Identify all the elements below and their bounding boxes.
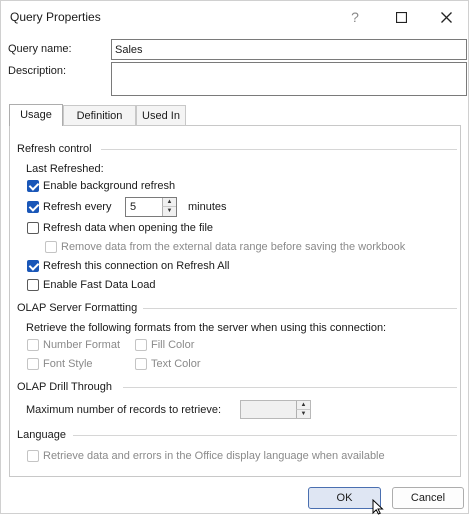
fill-color-label: Fill Color [151, 339, 195, 351]
usage-panel [9, 125, 461, 477]
minutes-label: minutes [188, 201, 227, 213]
number-format-label: Number Format [43, 339, 121, 351]
close-icon [440, 11, 452, 23]
query-properties-dialog: Query Properties ? Query name: Sales Des… [0, 0, 469, 515]
description-input[interactable] [111, 62, 467, 96]
maximize-button[interactable] [378, 1, 424, 33]
font-style-label: Font Style [43, 358, 93, 370]
refresh-on-open-label: Refresh data when opening the file [43, 222, 214, 234]
office-language-label: Retrieve data and errors in the Office d… [43, 450, 385, 462]
refresh-interval-down-button[interactable]: ▼ [162, 207, 176, 216]
refresh-control-divider [101, 149, 457, 150]
title-bar: Query Properties ? [1, 1, 468, 33]
ok-button[interactable]: OK [308, 487, 381, 509]
number-format-checkbox[interactable] [27, 339, 39, 351]
last-refreshed-label: Last Refreshed: [26, 163, 104, 175]
refresh-all-label: Refresh this connection on Refresh All [43, 260, 230, 272]
office-language-checkbox[interactable] [27, 450, 39, 462]
olap-formatting-divider [143, 308, 457, 309]
close-button[interactable] [423, 1, 469, 33]
refresh-control-title: Refresh control [17, 143, 92, 155]
olap-drill-title: OLAP Drill Through [17, 381, 112, 393]
font-style-checkbox[interactable] [27, 358, 39, 370]
refresh-interval-value: 5 [130, 201, 137, 213]
background-refresh-label: Enable background refresh [43, 180, 176, 192]
help-icon: ? [351, 9, 359, 25]
spin-down-icon: ▼ [300, 411, 307, 417]
maximize-icon [395, 11, 407, 23]
olap-drill-divider [123, 387, 457, 388]
spin-up-icon: ▲ [166, 199, 173, 205]
cancel-button[interactable]: Cancel [392, 487, 464, 509]
tab-definition[interactable]: Definition [63, 105, 136, 125]
max-records-down-button[interactable]: ▼ [296, 410, 310, 418]
description-label: Description: [8, 65, 67, 77]
tab-usage-label: Usage [20, 109, 52, 121]
query-name-label: Query name: [8, 43, 72, 55]
dialog-title: Query Properties [10, 10, 101, 24]
background-refresh-checkbox[interactable] [27, 180, 39, 192]
fast-load-checkbox[interactable] [27, 279, 39, 291]
remove-data-label: Remove data from the external data range… [61, 241, 406, 253]
max-records-up-button[interactable]: ▲ [296, 401, 310, 410]
fast-load-label: Enable Fast Data Load [43, 279, 156, 291]
refresh-all-checkbox[interactable] [27, 260, 39, 272]
text-color-label: Text Color [151, 358, 201, 370]
remove-data-checkbox[interactable] [45, 241, 57, 253]
tab-definition-label: Definition [76, 110, 123, 122]
tab-used-in-label: Used In [142, 110, 180, 122]
fill-color-checkbox[interactable] [135, 339, 147, 351]
text-color-checkbox[interactable] [135, 358, 147, 370]
max-records-label: Maximum number of records to retrieve: [26, 404, 222, 416]
spin-down-icon: ▼ [166, 208, 173, 214]
language-title: Language [17, 429, 66, 441]
refresh-interval-stepper[interactable]: 5 ▲ ▼ [125, 197, 177, 217]
mouse-cursor-icon [372, 499, 384, 515]
help-button[interactable]: ? [332, 1, 378, 33]
max-records-stepper[interactable]: ▲ ▼ [240, 400, 311, 419]
tab-usage[interactable]: Usage [9, 104, 63, 126]
refresh-every-checkbox[interactable] [27, 201, 39, 213]
query-name-input[interactable]: Sales [111, 39, 467, 60]
refresh-interval-up-button[interactable]: ▲ [162, 198, 176, 207]
olap-formatting-title: OLAP Server Formatting [17, 302, 138, 314]
spin-up-icon: ▲ [300, 402, 307, 408]
refresh-on-open-checkbox[interactable] [27, 222, 39, 234]
refresh-every-label: Refresh every [43, 201, 112, 213]
language-divider [73, 435, 457, 436]
query-name-value: Sales [115, 44, 143, 56]
olap-formatting-description: Retrieve the following formats from the … [26, 322, 387, 334]
tab-used-in[interactable]: Used In [136, 105, 186, 125]
